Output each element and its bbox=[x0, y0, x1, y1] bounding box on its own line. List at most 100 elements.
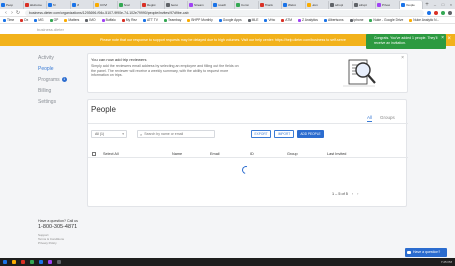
browser-tab[interactable]: Peop bbox=[0, 1, 24, 9]
browser-tab[interactable]: Regist bbox=[141, 1, 165, 9]
sidebar-item-people[interactable]: People bbox=[38, 63, 83, 74]
bookmark-item[interactable]: Albertsons bbox=[323, 18, 344, 22]
bookmark-item[interactable]: MLE bbox=[247, 18, 258, 22]
bookmark-item[interactable]: ATT TV bbox=[142, 18, 158, 22]
add-people-button[interactable]: ADD PEOPLE bbox=[297, 130, 324, 138]
extension-icon[interactable] bbox=[427, 10, 431, 15]
sidebar-item-programs[interactable]: Programs 1 bbox=[38, 74, 83, 85]
export-button[interactable]: EXPORT bbox=[251, 130, 271, 138]
tab-title: Secur bbox=[170, 3, 179, 7]
browser-tab[interactable]: Privac bbox=[376, 1, 400, 9]
sidebar-item-label: Activity bbox=[38, 54, 54, 61]
footer-link-privacy[interactable]: Privacy Policy bbox=[38, 241, 98, 245]
reload-icon[interactable]: ↻ bbox=[15, 10, 21, 16]
browser-tab[interactable]: Hom bbox=[306, 1, 329, 9]
browser-tab[interactable]: M bbox=[71, 1, 94, 9]
new-tab-icon[interactable]: + bbox=[423, 2, 431, 8]
prev-page-icon[interactable]: ‹ bbox=[352, 192, 353, 196]
bookmark-label: IMO bbox=[89, 18, 96, 22]
browser-tab[interactable]: Welcome bbox=[24, 1, 47, 9]
bookmark-item[interactable]: Z Analytics bbox=[297, 18, 318, 22]
column-header-select-all[interactable]: Select All bbox=[103, 152, 119, 156]
search-input[interactable] bbox=[144, 132, 211, 136]
tab-all[interactable]: All bbox=[367, 115, 373, 122]
bookmark-item[interactable]: My Rez bbox=[121, 18, 137, 22]
app-logo[interactable]: business.dieter bbox=[37, 27, 64, 32]
browser-tab[interactable]: M bbox=[47, 1, 71, 9]
taskbar-app-icon[interactable] bbox=[48, 260, 52, 264]
browser-tab[interactable]: Secur bbox=[165, 1, 188, 9]
sidebar-item-billing[interactable]: Billing bbox=[38, 85, 83, 96]
bookmark-favicon-icon bbox=[101, 18, 105, 22]
programs-count-badge: 1 bbox=[61, 77, 67, 82]
taskbar-app-icon[interactable] bbox=[12, 260, 16, 264]
bookmark-item[interactable]: Time bbox=[3, 18, 14, 22]
bookmark-item[interactable]: Dx bbox=[20, 18, 28, 22]
bookmark-item[interactable]: Matters bbox=[64, 18, 79, 22]
column-header-name[interactable]: Name bbox=[172, 152, 182, 156]
bookmark-item[interactable]: ATM bbox=[281, 18, 292, 22]
magnifier-document-illustration bbox=[343, 59, 376, 87]
browser-tab[interactable]: COVI bbox=[94, 1, 118, 9]
bookmark-item[interactable]: Buffalo bbox=[101, 18, 116, 22]
taskbar-app-icon[interactable] bbox=[39, 260, 43, 264]
tab-favicon-icon bbox=[165, 3, 170, 7]
tab-favicon-icon bbox=[400, 3, 405, 7]
tab-title: sdrupt bbox=[358, 3, 367, 7]
tab-favicon-icon bbox=[306, 3, 311, 7]
info-card-close-icon[interactable]: × bbox=[401, 55, 404, 61]
select-all-checkbox[interactable] bbox=[92, 152, 96, 156]
profile-avatar[interactable] bbox=[448, 10, 452, 15]
bookmark-item[interactable]: BHPP Monthly bbox=[187, 18, 213, 22]
browser-tab[interactable]: Comn bbox=[235, 1, 259, 9]
browser-tab[interactable]: Anal bbox=[118, 1, 141, 9]
bookmark-item[interactable]: Nuke - Google Drive bbox=[369, 18, 403, 22]
bookmark-item[interactable]: iphone bbox=[349, 18, 363, 22]
browser-tab[interactable]: sdrupt bbox=[353, 1, 376, 9]
chat-help-button[interactable]: Have a question? bbox=[405, 248, 447, 257]
taskbar-app-icon[interactable] bbox=[3, 260, 7, 264]
browser-tab[interactable]: Welco bbox=[282, 1, 306, 9]
taskbar-app-icon[interactable] bbox=[30, 260, 34, 264]
support-phone[interactable]: 1-800-305-4871 bbox=[38, 224, 98, 230]
column-header-email[interactable]: Email bbox=[210, 152, 220, 156]
taskbar-app-icon[interactable] bbox=[57, 260, 61, 264]
close-icon[interactable]: × bbox=[450, 2, 452, 7]
browser-tab[interactable]: Stream bbox=[188, 1, 212, 9]
sidebar-item-activity[interactable]: Activity bbox=[38, 52, 83, 63]
import-button[interactable]: IMPORT bbox=[274, 130, 294, 138]
bookmark-item[interactable]: MG bbox=[34, 18, 44, 22]
bookmark-item[interactable]: GP bbox=[49, 18, 58, 22]
tab-favicon-icon bbox=[283, 3, 287, 7]
tab-title: Peop bbox=[6, 3, 14, 7]
bookmark-item[interactable]: Google Apps bbox=[218, 18, 242, 22]
browser-tab[interactable]: Thank bbox=[259, 1, 282, 9]
window-controls[interactable]: – □ × bbox=[431, 2, 455, 7]
tab-favicon-icon bbox=[236, 3, 240, 7]
bookmark-item[interactable]: Vrbo bbox=[264, 18, 275, 22]
toast-close-icon[interactable]: × bbox=[441, 35, 444, 41]
tab-favicon-icon bbox=[189, 3, 193, 7]
minimize-icon[interactable]: – bbox=[434, 2, 436, 7]
extension-icon[interactable] bbox=[434, 10, 438, 15]
bookmark-item[interactable]: Nuke Analytic N... bbox=[409, 18, 439, 22]
extension-icon[interactable] bbox=[441, 10, 445, 15]
browser-tab[interactable]: Coach bbox=[212, 1, 235, 9]
column-header-id[interactable]: ID bbox=[250, 152, 254, 156]
bookmark-item[interactable]: IMO bbox=[85, 18, 96, 22]
browser-tab[interactable]: sdrupt bbox=[329, 1, 353, 9]
browser-tab[interactable]: People bbox=[399, 1, 423, 9]
column-header-group[interactable]: Group bbox=[287, 152, 298, 156]
maximize-icon[interactable]: □ bbox=[442, 2, 444, 7]
bookmark-label: MG bbox=[38, 18, 44, 22]
next-page-icon[interactable]: › bbox=[357, 192, 358, 196]
address-bar[interactable]: business.dieter.com/organizations/129369… bbox=[25, 9, 424, 16]
banner-close-icon[interactable]: × bbox=[447, 36, 451, 42]
status-filter-select[interactable]: All (1) ▾ bbox=[91, 130, 127, 138]
tab-groups[interactable]: Groups bbox=[380, 115, 395, 122]
column-header-last-invited[interactable]: Last Invited bbox=[327, 152, 346, 156]
sidebar-item-settings[interactable]: Settings bbox=[38, 96, 83, 107]
taskbar-app-icon[interactable] bbox=[21, 260, 25, 264]
bookmark-item[interactable]: Teambay bbox=[163, 18, 181, 22]
bookmark-label: My Rez bbox=[125, 18, 137, 22]
